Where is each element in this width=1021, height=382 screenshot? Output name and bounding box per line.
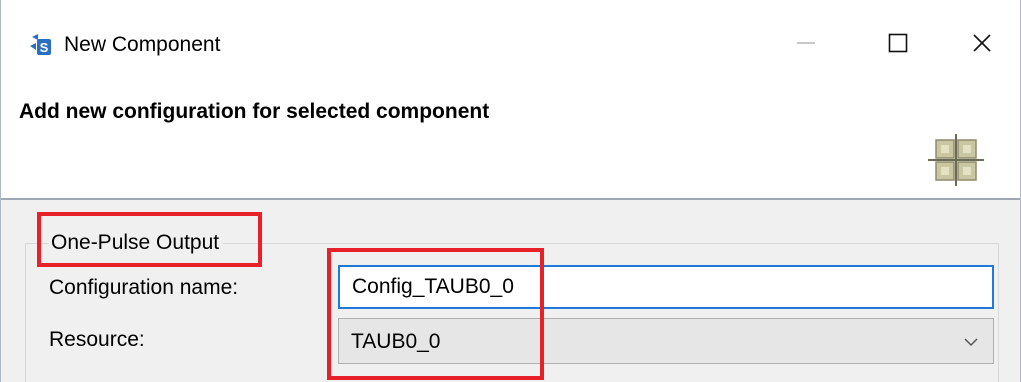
window-title: New Component [64, 33, 221, 56]
resource-label: Resource: [49, 328, 145, 351]
maximize-icon [887, 32, 909, 59]
maximize-button[interactable] [853, 20, 943, 70]
svg-text:S: S [40, 40, 49, 55]
close-button[interactable] [937, 20, 1021, 70]
dialog-header: Add new configuration for selected compo… [1, 82, 1020, 198]
new-component-dialog: S New Component Add new configuration fo… [0, 0, 1021, 382]
chevron-down-icon[interactable] [959, 319, 983, 365]
group-label: One-Pulse Output [49, 230, 224, 256]
app-logo-icon: S [28, 33, 52, 57]
title-bar[interactable]: S New Component [1, 0, 1020, 82]
component-grid-icon [928, 134, 984, 186]
minimize-button[interactable] [761, 20, 851, 70]
resource-selected-value: TAUB0_0 [351, 330, 441, 353]
resource-select[interactable]: TAUB0_0 [338, 318, 994, 364]
minimize-icon [795, 32, 817, 59]
configuration-name-input[interactable] [338, 265, 994, 309]
configuration-name-label: Configuration name: [49, 276, 239, 299]
close-icon [971, 32, 993, 59]
page-title: Add new configuration for selected compo… [19, 100, 490, 123]
